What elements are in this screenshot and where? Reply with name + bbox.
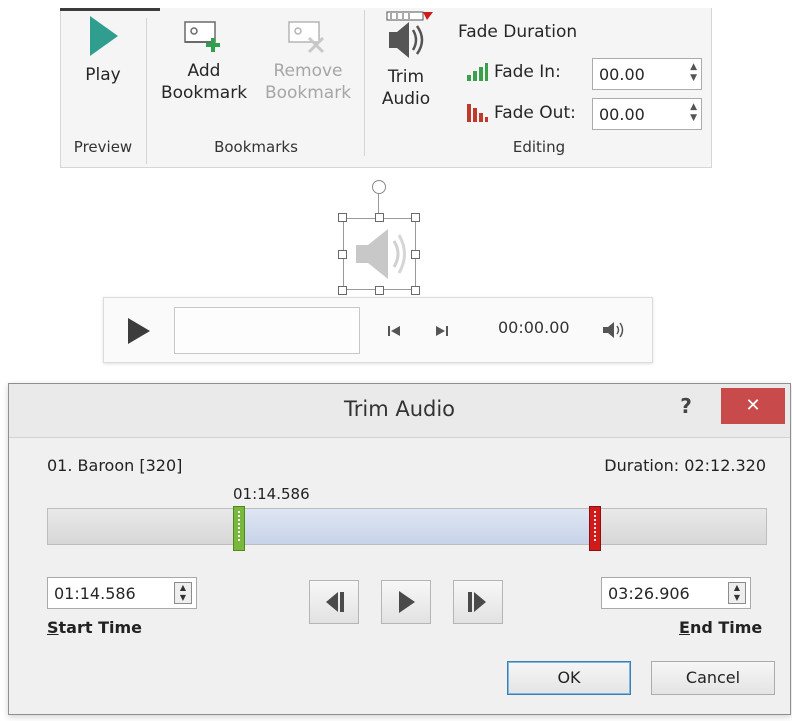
- group-label-editing: Editing: [512, 138, 566, 156]
- group-label-bookmarks: Bookmarks: [214, 138, 298, 156]
- previous-frame-icon: [326, 592, 344, 612]
- fade-out-bars-icon: [467, 104, 488, 122]
- fade-in-row: Fade In:: [466, 62, 561, 82]
- remove-bookmark-button[interactable]: Remove Bookmark: [260, 14, 356, 104]
- rotate-handle[interactable]: [372, 180, 386, 194]
- step-back-icon[interactable]: [386, 323, 402, 339]
- resize-handle[interactable]: [411, 250, 420, 259]
- start-time-label: Start Time: [47, 618, 142, 637]
- fade-in-label: Fade In:: [494, 62, 561, 82]
- volume-icon[interactable]: [601, 320, 629, 340]
- next-frame-button[interactable]: [453, 580, 503, 624]
- audio-object[interactable]: [343, 218, 416, 290]
- end-time-value: 03:26.906: [608, 584, 690, 603]
- resize-handle[interactable]: [411, 213, 420, 222]
- trim-audio-dialog: Trim Audio ? ✕ 01. Baroon [320] Duration…: [8, 383, 791, 715]
- start-time-label-accesskey: S: [47, 618, 59, 637]
- spinner-arrows[interactable]: ▲ ▼: [690, 62, 697, 84]
- end-time-input[interactable]: 03:26.906 ▲ ▼: [601, 577, 751, 609]
- group-separator: [364, 10, 365, 156]
- remove-bookmark-line1: Remove: [273, 61, 343, 81]
- audio-duration: Duration: 02:12.320: [604, 456, 766, 475]
- speaker-icon: [356, 229, 406, 279]
- remove-bookmark-line2: Bookmark: [264, 83, 352, 103]
- fade-out-label: Fade Out:: [494, 103, 576, 123]
- playback-time: 00:00.00: [498, 318, 570, 337]
- next-frame-icon: [468, 592, 486, 612]
- fade-duration-title: Fade Duration: [458, 22, 578, 42]
- previous-frame-button[interactable]: [309, 580, 359, 624]
- seek-bar[interactable]: [174, 307, 360, 354]
- cancel-button[interactable]: Cancel: [651, 661, 775, 695]
- fade-out-value: 00.00: [599, 105, 645, 124]
- start-time-label-text: tart Time: [58, 618, 143, 637]
- play-icon[interactable]: [126, 316, 152, 346]
- start-marker-time-label: 01:14.586: [233, 485, 310, 503]
- group-bookmarks: Add Bookmark Remove Bookmark Bookmarks: [148, 0, 364, 160]
- start-trim-handle[interactable]: [233, 506, 245, 551]
- trim-audio-button[interactable]: Trim Audio: [372, 10, 440, 110]
- play-triangle-icon: [90, 16, 118, 56]
- resize-handle[interactable]: [338, 250, 347, 259]
- play-preview-button[interactable]: [381, 580, 431, 624]
- start-time-input[interactable]: 01:14.586 ▲ ▼: [47, 577, 197, 609]
- end-time-label-text: nd Time: [689, 618, 763, 637]
- spinner-arrows[interactable]: ▲ ▼: [690, 102, 697, 124]
- add-bookmark-button[interactable]: Add Bookmark: [154, 14, 254, 104]
- end-time-label-accesskey: E: [679, 618, 690, 637]
- media-player-bar: 00:00.00: [103, 297, 653, 363]
- trim-selection-range: [238, 509, 594, 544]
- dialog-titlebar: Trim Audio ? ✕: [9, 384, 790, 438]
- play-button[interactable]: Play: [78, 14, 128, 86]
- fade-in-spinner[interactable]: 00.00 ▲ ▼: [592, 58, 702, 90]
- start-time-value: 01:14.586: [54, 584, 136, 603]
- add-bookmark-icon: [184, 21, 220, 52]
- add-bookmark-line2: Bookmark: [160, 83, 248, 103]
- resize-handle[interactable]: [375, 286, 384, 295]
- ok-button[interactable]: OK: [507, 661, 631, 695]
- add-bookmark-line1: Add: [187, 61, 221, 81]
- end-time-label: End Time: [679, 618, 762, 637]
- trim-audio-icon: [386, 11, 433, 58]
- end-trim-handle[interactable]: [589, 506, 601, 551]
- dialog-title: Trim Audio: [343, 397, 456, 421]
- help-button[interactable]: ?: [675, 394, 697, 420]
- start-time-spinner[interactable]: ▲ ▼: [174, 582, 192, 604]
- close-button[interactable]: ✕: [721, 388, 785, 424]
- trim-timeline[interactable]: [47, 506, 767, 551]
- remove-bookmark-icon: [288, 21, 325, 54]
- group-preview: Play Preview: [60, 0, 146, 160]
- trim-audio-line1: Trim: [387, 67, 425, 87]
- end-time-spinner[interactable]: ▲ ▼: [728, 582, 746, 604]
- fade-out-spinner[interactable]: 00.00 ▲ ▼: [592, 98, 702, 130]
- fade-out-row: Fade Out:: [466, 103, 576, 123]
- fade-in-value: 00.00: [599, 65, 645, 84]
- play-icon: [399, 591, 415, 613]
- play-label: Play: [85, 65, 121, 85]
- resize-handle[interactable]: [338, 213, 347, 222]
- group-separator: [146, 18, 147, 164]
- resize-handle[interactable]: [338, 286, 347, 295]
- audio-file-name: 01. Baroon [320]: [47, 456, 183, 475]
- resize-handle[interactable]: [411, 286, 420, 295]
- trim-audio-line2: Audio: [381, 89, 431, 109]
- group-label-preview: Preview: [73, 138, 133, 156]
- step-forward-icon[interactable]: [434, 323, 450, 339]
- fade-in-bars-icon: [467, 63, 488, 81]
- resize-handle[interactable]: [375, 213, 384, 222]
